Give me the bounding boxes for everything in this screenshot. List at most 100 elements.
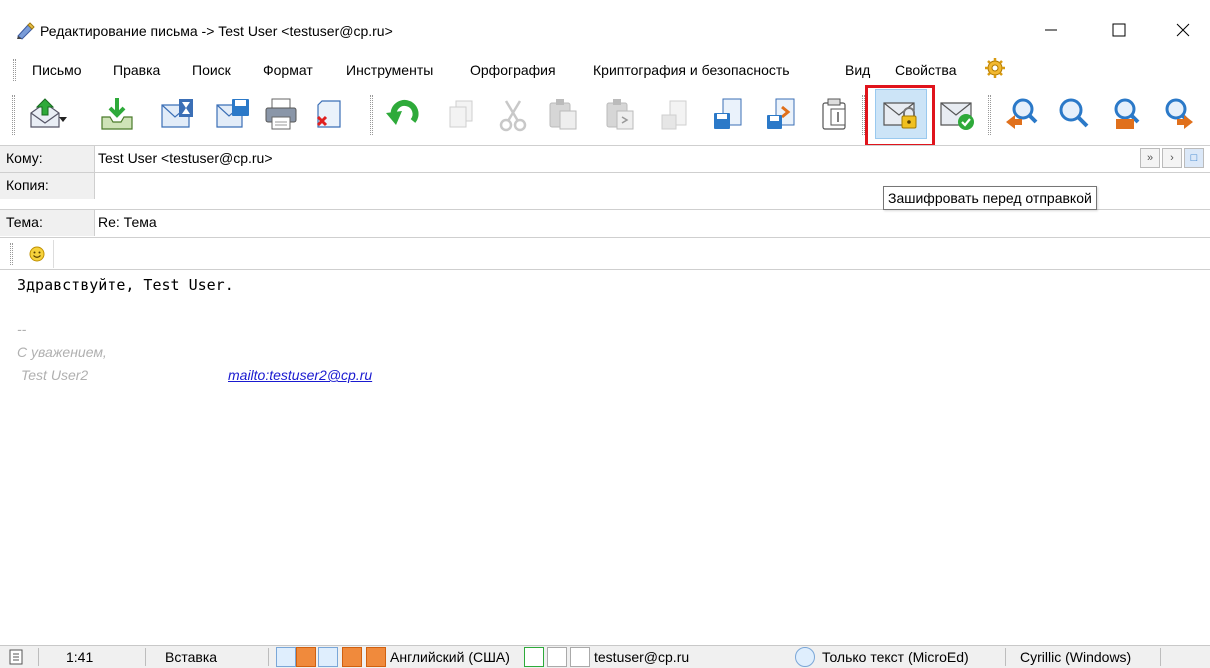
document-icon [9,649,23,665]
account-indicator[interactable]: testuser@cp.ru [594,649,689,665]
encrypt-button[interactable] [875,89,927,139]
find-next-icon [1165,98,1193,129]
minimize-button[interactable] [1028,12,1074,48]
menu-properties[interactable]: Свойства [895,62,956,78]
paste-icon [549,99,577,130]
print-icon [265,98,297,130]
edit-letter-icon [17,22,35,40]
menu-format[interactable]: Формат [263,62,313,78]
toolbar-grip-4[interactable] [988,95,991,135]
next-recipient-icon[interactable]: › [1162,148,1182,168]
insert-mode[interactable]: Вставка [165,649,217,665]
send-icon [30,98,60,128]
align-right-icon[interactable] [342,647,362,667]
menu-search[interactable]: Поиск [192,62,231,78]
print-button[interactable] [258,89,304,139]
language-indicator[interactable]: Английский (США) [390,649,510,665]
send-later-icon [161,99,193,128]
save-file-button[interactable] [705,89,751,139]
plugin-gear-icon[interactable] [984,57,1006,79]
message-body[interactable]: Здравствуйте, Test User. -- С уважением,… [0,271,1210,641]
paste-button[interactable] [540,89,586,139]
address-book-icon[interactable]: □ [1184,148,1204,168]
minimize-icon [1045,29,1057,31]
find-next-button[interactable] [1158,89,1198,139]
toolbar-grip[interactable] [12,95,15,135]
save-draft-button[interactable] [94,89,140,139]
emoji-button[interactable] [20,240,54,268]
undo-icon [386,99,419,125]
format-plain-icon[interactable] [276,647,296,667]
signature-name: Test User2 [21,367,89,383]
subject-label: Тема: [0,210,95,236]
clipboard-button[interactable] [812,89,858,139]
send-later-button[interactable] [155,89,201,139]
sign-button[interactable] [935,89,981,139]
menu-tools[interactable]: Инструменты [346,62,433,78]
menu-letter[interactable]: Письмо [32,62,82,78]
save-draft-icon [101,98,133,130]
signature-email-link[interactable]: mailto:testuser2@cp.ru [228,367,372,383]
maximize-icon [1112,23,1126,37]
to-field-icons: » › □ [1140,148,1204,168]
expand-recipients-icon[interactable]: » [1140,148,1160,168]
clock-icon[interactable] [795,647,815,667]
cut-icon [499,100,527,132]
toolbar-grip-2[interactable] [370,95,373,135]
save-disabled-icon [661,100,687,130]
emoji-bar [0,237,1210,270]
encoding-indicator[interactable]: Cyrillic (Windows) [1020,649,1131,665]
menu-edit[interactable]: Правка [113,62,160,78]
clipboard-icon [822,98,846,130]
save-file-icon [714,98,742,129]
cc-label: Копия: [0,173,95,199]
menu-spelling[interactable]: Орфография [470,62,556,78]
sign-status-icon[interactable] [547,647,567,667]
account-icon[interactable] [570,647,590,667]
save-button[interactable] [210,89,256,139]
align-left-icon[interactable] [296,647,316,667]
encryption-status-icon[interactable] [524,647,544,667]
emoji-grip[interactable] [10,243,13,265]
signature-regards: С уважением, [17,344,107,360]
encrypt-icon [883,102,917,129]
signature-dash: -- [17,321,27,337]
export-icon [767,98,795,129]
find-prev-button[interactable] [998,89,1044,139]
close-icon [1176,23,1190,37]
subject-row: Тема: Re: Тема [0,209,1210,236]
menu-grip[interactable] [13,59,16,81]
save-disabled-button[interactable] [652,89,698,139]
send-dropdown-icon[interactable] [59,115,67,123]
send-button[interactable] [22,89,68,139]
export-button[interactable] [758,89,804,139]
delete-icon [316,100,341,128]
menu-crypto[interactable]: Криптография и безопасность [593,62,790,78]
spellcheck-icon[interactable] [366,647,386,667]
to-row: Кому: Test User <testuser@cp.ru> » › □ [0,145,1210,172]
menu-bar: Письмо Правка Поиск Формат Инструменты О… [0,55,1210,85]
undo-button[interactable] [380,89,426,139]
window-title: Редактирование письма -> Test User <test… [40,23,393,39]
toolbar-grip-3[interactable] [862,95,865,135]
cut-button[interactable] [490,89,536,139]
align-justify-icon[interactable] [318,647,338,667]
menu-view[interactable]: Вид [845,62,870,78]
sign-icon [940,102,974,130]
subject-field[interactable]: Re: Тема [98,214,157,230]
paste-special-button[interactable] [597,89,643,139]
find-all-button[interactable] [1104,89,1150,139]
to-label: Кому: [0,146,95,172]
copy-disabled-icon [449,100,473,128]
close-button[interactable] [1160,12,1206,48]
to-field[interactable]: Test User <testuser@cp.ru> [98,150,273,166]
find-button[interactable] [1050,89,1096,139]
cursor-position: 1:41 [66,649,94,665]
maximize-button[interactable] [1096,12,1142,48]
delete-button[interactable] [306,89,352,139]
save-icon [216,99,249,128]
copy-disabled-button[interactable] [438,89,484,139]
find-icon [1059,98,1089,128]
editor-format[interactable]: Только текст (MicroEd) [822,649,969,665]
paste-special-icon [606,99,634,130]
